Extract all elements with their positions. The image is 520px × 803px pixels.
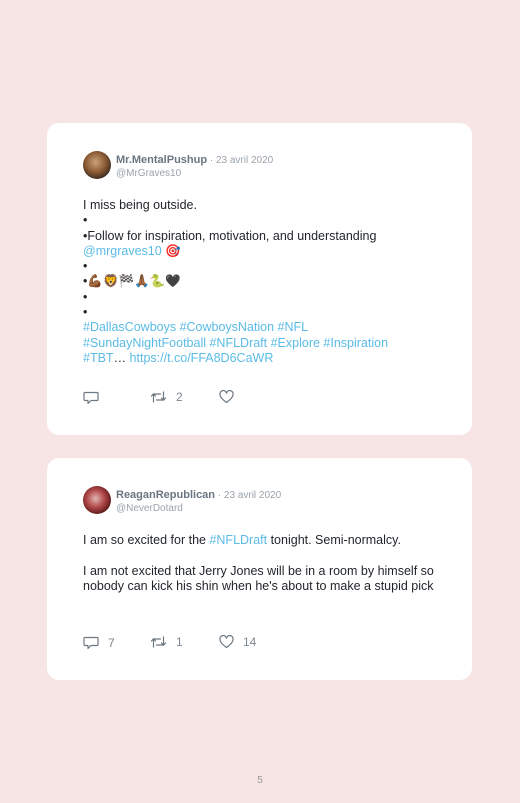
author-name[interactable]: ReaganRepublican	[116, 489, 215, 501]
reply-icon	[83, 391, 99, 405]
tweet-header: Mr.MentalPushup · 23 avril 2020 @MrGrave…	[116, 152, 273, 180]
tweet-date[interactable]: · 23 avril 2020	[215, 490, 281, 501]
mention-link[interactable]: @mrgraves10	[83, 244, 162, 258]
page-number: 5	[257, 775, 263, 786]
like-icon	[219, 390, 234, 404]
author-name[interactable]: Mr.MentalPushup	[116, 154, 207, 166]
like-button[interactable]	[219, 390, 243, 404]
reply-count: 7	[108, 635, 115, 650]
tweet-date[interactable]: · 23 avril 2020	[207, 155, 273, 166]
tweet-line: #TBT… https://t.co/FFA8D6CaWR	[83, 351, 443, 366]
reply-icon	[83, 636, 99, 650]
retweet-icon	[150, 391, 167, 403]
tweet-line: •	[83, 259, 88, 274]
retweet-icon	[150, 636, 167, 648]
url-link[interactable]: https://t.co/FFA8D6CaWR	[130, 351, 274, 365]
hashtag-link[interactable]: #NFLDraft	[209, 533, 267, 547]
tweet-text-part: tonight. Semi-normalcy.	[267, 533, 401, 547]
tweet-line: •	[83, 213, 88, 228]
hashtag-line[interactable]: #DallasCowboys #CowboysNation #NFL	[83, 320, 443, 335]
tweet-line: •💪🏾🦁🏁🙏🏾🐍🖤	[83, 274, 181, 289]
tweet-text: I am so excited for the #NFLDraft tonigh…	[83, 533, 443, 594]
avatar[interactable]	[83, 486, 111, 514]
like-button[interactable]: 14	[219, 635, 256, 649]
retweet-count: 2	[176, 390, 183, 404]
like-icon	[219, 635, 234, 649]
reply-button[interactable]	[83, 390, 108, 405]
tweet-line: •	[83, 305, 88, 320]
retweet-count: 1	[176, 635, 183, 649]
tweet-paragraph: I am not excited that Jerry Jones will b…	[83, 563, 434, 593]
like-count: 14	[243, 635, 257, 649]
tweet-text: I miss being outside. • •Follow for insp…	[83, 198, 443, 366]
tweet-header: ReaganRepublican · 23 avril 2020 @NeverD…	[116, 487, 281, 515]
ellipsis: …	[113, 350, 130, 365]
tweet-text-part: I am so excited for the	[83, 533, 210, 547]
hashtag-line[interactable]: #SundayNightFootball #NFLDraft #Explore …	[83, 336, 443, 351]
tweet-paragraph: I am so excited for the #NFLDraft tonigh…	[83, 533, 443, 548]
author-handle[interactable]: @NeverDotard	[116, 502, 281, 515]
tweet-line: •Follow for inspiration, motivation, and…	[83, 228, 377, 243]
tweet-card-2: ReaganRepublican · 23 avril 2020 @NeverD…	[47, 458, 472, 680]
retweet-button[interactable]: 2	[150, 390, 183, 404]
retweet-button[interactable]: 1	[150, 635, 183, 649]
tweet-line: I miss being outside.	[83, 198, 197, 212]
author-handle[interactable]: @MrGraves10	[116, 167, 273, 180]
hashtag-link[interactable]: #TBT	[83, 351, 114, 365]
tweet-card-1: Mr.MentalPushup · 23 avril 2020 @MrGrave…	[47, 123, 472, 435]
tweet-line: @mrgraves10 🎯	[83, 244, 443, 259]
tweet-line: •	[83, 289, 88, 304]
target-emoji: 🎯	[161, 243, 181, 258]
avatar[interactable]	[83, 151, 111, 179]
reply-button[interactable]: 7	[83, 635, 115, 650]
